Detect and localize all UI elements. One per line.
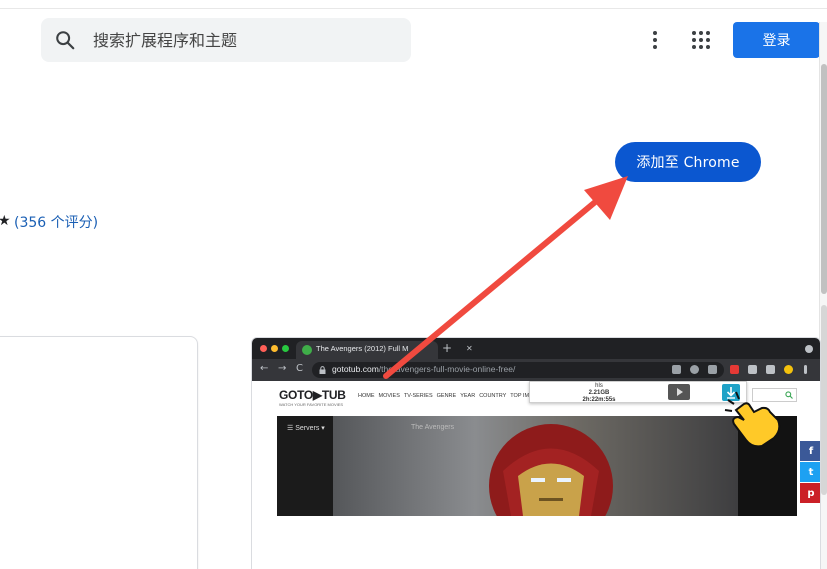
search-box[interactable] bbox=[41, 18, 411, 62]
extensions-puzzle-icon bbox=[748, 365, 757, 374]
left-screenshot-card[interactable] bbox=[0, 336, 198, 569]
new-tab-icon: + bbox=[442, 341, 453, 355]
forward-arrow-icon: → bbox=[278, 363, 287, 374]
site-logo: GOTO▶TUB bbox=[279, 388, 346, 402]
site-nav-item: HOME bbox=[358, 393, 375, 399]
pinterest-share-icon: p bbox=[800, 483, 820, 503]
more-options-icon[interactable] bbox=[645, 29, 665, 51]
video-frame-ironman: The Avengers bbox=[333, 416, 738, 516]
window-close-icon bbox=[805, 345, 813, 353]
lock-icon bbox=[319, 366, 326, 374]
chrome-web-store-page: 登录 添加至 Chrome ★ (356 个评分) The Avengers (… bbox=[0, 0, 827, 569]
download-popup: hls 2.21GB 2h:22m:55s bbox=[529, 381, 747, 403]
screenshot-address-bar: ← → C gototub.com/the-avengers-full-movi… bbox=[252, 359, 820, 381]
translate-icon bbox=[672, 365, 681, 374]
video-player: ☰ Servers ▾ The Avengers bbox=[277, 416, 797, 516]
zoom-icon bbox=[690, 365, 699, 374]
arrow-head bbox=[584, 176, 628, 220]
screenshot-tab: The Avengers (2012) Full M ✕ bbox=[296, 341, 473, 359]
scrollbar-thumb[interactable] bbox=[821, 64, 827, 294]
tab-close-icon: ✕ bbox=[466, 344, 473, 353]
url-pill: gototub.com/the-avengers-full-movie-onli… bbox=[312, 362, 724, 378]
player-sidebar: ☰ Servers ▾ bbox=[277, 416, 333, 516]
film-strip-icon bbox=[668, 384, 690, 400]
reload-icon: C bbox=[296, 363, 303, 374]
site-nav-item: YEAR bbox=[460, 393, 476, 399]
twitter-share-icon: t bbox=[800, 462, 820, 482]
google-apps-icon[interactable] bbox=[690, 29, 712, 51]
profile-avatar-icon bbox=[784, 365, 793, 374]
reading-list-icon bbox=[766, 365, 775, 374]
tab-title: The Avengers (2012) Full M bbox=[316, 344, 409, 353]
site-nav-item: TV-SERIES bbox=[403, 393, 433, 399]
window-zoom-dot bbox=[282, 345, 289, 352]
bookmark-star-icon bbox=[708, 365, 717, 374]
search-input[interactable] bbox=[93, 28, 393, 52]
servers-dropdown: ☰ Servers ▾ bbox=[287, 425, 325, 432]
browser-menu-icon bbox=[804, 365, 807, 374]
facebook-share-icon: f bbox=[800, 441, 820, 461]
site-nav: HOME MOVIES TV-SERIES GENRE YEAR COUNTRY… bbox=[358, 393, 537, 399]
url-text: gototub.com/the-avengers-full-movie-onli… bbox=[332, 364, 516, 374]
top-edge bbox=[0, 0, 827, 9]
rating-star-icon: ★ bbox=[0, 213, 11, 229]
login-button[interactable]: 登录 bbox=[733, 22, 820, 58]
back-arrow-icon: ← bbox=[260, 363, 269, 374]
ironman-helmet-illustration bbox=[489, 424, 613, 516]
tab-favicon-icon bbox=[302, 345, 312, 355]
site-nav-item: COUNTRY bbox=[479, 393, 507, 399]
add-to-chrome-button[interactable]: 添加至 Chrome bbox=[615, 142, 761, 182]
search-icon bbox=[56, 31, 75, 50]
video-downloader-extension-icon bbox=[730, 365, 739, 374]
site-nav-item: MOVIES bbox=[378, 393, 400, 399]
scrollbar-thumb-lower bbox=[821, 305, 827, 495]
window-close-dot bbox=[260, 345, 267, 352]
download-info: hls 2.21GB 2h:22m:55s bbox=[582, 383, 616, 403]
window-minimize-dot bbox=[271, 345, 278, 352]
screenshot-tab-bar: The Avengers (2012) Full M ✕ + bbox=[252, 338, 820, 359]
extension-screenshot[interactable]: The Avengers (2012) Full M ✕ + ← → C got… bbox=[251, 337, 821, 569]
rating-count-link[interactable]: (356 个评分) bbox=[14, 212, 98, 232]
site-nav-item: GENRE bbox=[436, 393, 457, 399]
site-search-icon bbox=[785, 391, 793, 399]
pointing-hand-cursor-icon bbox=[724, 391, 781, 448]
site-logo-tagline: WATCH YOUR FAVORITE MOVIES bbox=[279, 402, 344, 407]
